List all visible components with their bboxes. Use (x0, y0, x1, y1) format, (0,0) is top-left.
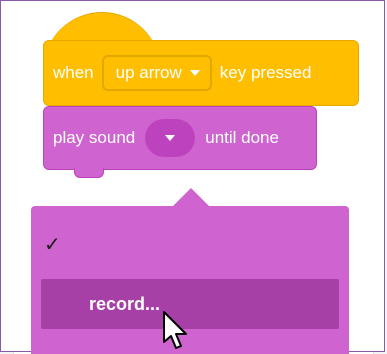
menu-item-selected[interactable]: ✓ (44, 226, 324, 262)
sound-dropdown[interactable] (145, 119, 196, 157)
popup-pointer (171, 188, 211, 208)
chevron-down-icon (189, 70, 200, 76)
menu-item-record-label: record... (89, 293, 161, 314)
sound-block-prefix: play sound (53, 128, 136, 147)
mouse-pointer-icon (163, 311, 187, 349)
hat-block-prefix: when (53, 63, 94, 82)
hat-block-content: when up arrow key pressed (53, 55, 311, 91)
sound-block-suffix: until done (205, 128, 279, 147)
checkmark-icon: ✓ (44, 233, 61, 256)
key-dropdown-value: up arrow (115, 63, 182, 82)
chevron-down-icon (165, 135, 176, 141)
key-dropdown[interactable]: up arrow (101, 55, 212, 91)
block-bottom-notch (74, 168, 104, 178)
sound-block-content: play sound until done (53, 118, 279, 158)
hat-block-suffix: key pressed (219, 63, 312, 82)
